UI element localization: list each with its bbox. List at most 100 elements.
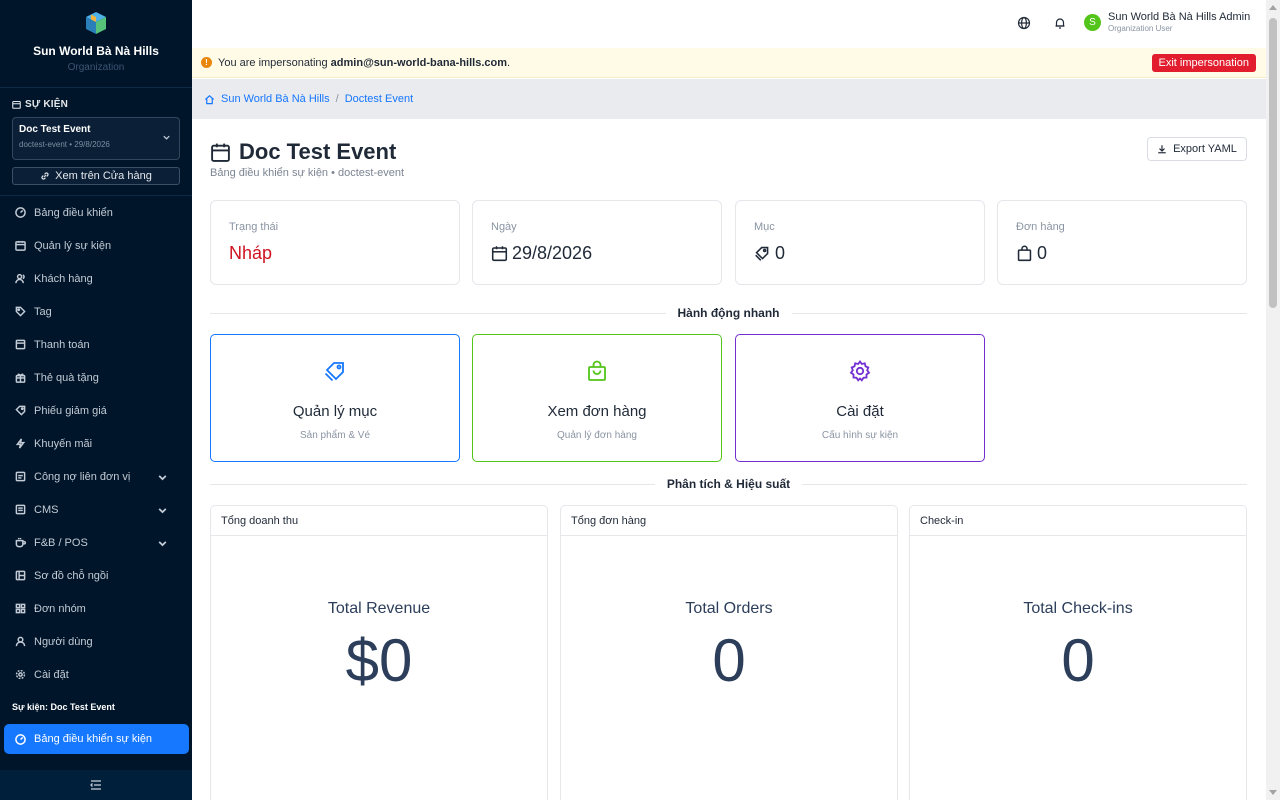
metric-card-revenue: Tổng doanh thu Total Revenue $0 — [210, 505, 548, 800]
metric-value: $0 — [345, 627, 413, 694]
quick-actions-divider: Hành động nhanh — [210, 304, 1248, 322]
shopping-bag-icon — [1017, 245, 1032, 262]
sidebar-brand: Sun World Bà Nà Hills Organization — [0, 0, 192, 88]
metric-card-header: Tổng đơn hàng — [561, 506, 897, 536]
quick-action-desc: Sản phẩm & Vé — [299, 430, 371, 441]
scroll-up-icon[interactable] — [1269, 5, 1277, 10]
chevron-down-icon — [158, 541, 167, 547]
chevron-down-icon — [158, 475, 167, 481]
metric-card-header: Tổng doanh thu — [211, 506, 547, 536]
exit-impersonation-button[interactable]: Exit impersonation — [1151, 54, 1256, 72]
sidebar-item-coupons[interactable]: Phiếu giảm giá — [0, 394, 192, 427]
quick-action-manage-items[interactable]: Quản lý mục Sản phẩm & Vé — [210, 334, 460, 462]
sidebar-item-label: CMS — [34, 503, 59, 516]
export-yaml-button[interactable]: Export YAML — [1147, 137, 1247, 161]
sidebar-item-fnb-pos[interactable]: F&B / POS — [0, 526, 192, 559]
user-info: Sun World Bà Nà Hills Admin Organization… — [1108, 11, 1250, 33]
coupon-icon — [15, 405, 26, 416]
sidebar: Sun World Bà Nà Hills Organization SỰ KI… — [0, 0, 192, 800]
sidebar-item-payments[interactable]: Thanh toán — [0, 328, 192, 361]
view-store-button[interactable]: Xem trên Cửa hàng — [12, 167, 180, 185]
download-icon — [1158, 145, 1166, 154]
chevron-down-icon — [158, 508, 167, 514]
metric-card-orders: Tổng đơn hàng Total Orders 0 — [560, 505, 898, 800]
analytics-heading: Phân tích & Hiệu suất — [666, 477, 791, 491]
sidebar-item-label: Phiếu giảm giá — [34, 404, 107, 417]
payment-icon — [15, 339, 26, 350]
stat-card-orders: Đơn hàng 0 — [997, 200, 1247, 285]
sidebar-collapse-button[interactable] — [0, 770, 192, 800]
sidebar-item-gift-cards[interactable]: Thẻ quà tặng — [0, 361, 192, 394]
calendar-icon — [491, 246, 508, 262]
section-label-text: SỰ KIỆN — [25, 99, 69, 110]
stat-card-items: Mục 0 — [735, 200, 985, 285]
chevron-down-icon — [163, 135, 170, 140]
scrollbar-thumb[interactable] — [1269, 18, 1277, 308]
breadcrumb-current[interactable]: Doctest Event — [345, 93, 413, 105]
sidebar-item-label: Sơ đồ chỗ ngồi — [34, 569, 109, 582]
warning-icon: ! — [201, 57, 212, 68]
sidebar-item-inter-unit-debt[interactable]: Công nợ liên đơn vị — [0, 460, 192, 493]
user-role: Organization User — [1108, 24, 1173, 33]
cms-icon — [15, 504, 26, 515]
sidebar-item-seat-map[interactable]: Sơ đồ chỗ ngồi — [0, 559, 192, 592]
sidebar-item-event-dashboard[interactable]: Bảng điều khiển sự kiện — [4, 724, 189, 754]
dashboard-icon — [15, 207, 26, 218]
scroll-down-icon[interactable] — [1269, 790, 1277, 795]
metric-title: Total Orders — [685, 600, 773, 617]
banner-prefix: You are impersonating — [218, 56, 328, 69]
impersonation-banner: ! You are impersonating admin@sun-world-… — [192, 48, 1266, 78]
users-icon — [15, 273, 25, 284]
export-yaml-label: Export YAML — [1173, 143, 1237, 155]
sidebar-item-label: Khách hàng — [34, 272, 93, 285]
sidebar-item-customers[interactable]: Khách hàng — [0, 262, 192, 295]
breadcrumb-home[interactable]: Sun World Bà Nà Hills — [221, 93, 330, 105]
sidebar-item-dashboard[interactable]: Bảng điều khiển — [0, 196, 192, 229]
metric-title: Total Check-ins — [1023, 600, 1133, 617]
sidebar-item-label: Bảng điều khiển — [34, 206, 113, 219]
breadcrumb-separator: / — [335, 93, 339, 105]
org-subtitle: Organization — [67, 62, 125, 73]
event-select[interactable]: Doc Test Event doctest-event • 29/8/2026 — [12, 117, 180, 160]
sidebar-item-label: Quản lý sự kiện — [34, 239, 112, 252]
bell-icon[interactable] — [1053, 16, 1067, 30]
sidebar-nav: Bảng điều khiển Quản lý sự kiện Khách hà… — [0, 196, 192, 691]
logo-icon — [86, 12, 106, 34]
top-header: S Sun World Bà Nà Hills Admin Organizati… — [192, 0, 1266, 48]
quick-action-view-orders[interactable]: Xem đơn hàng Quản lý đơn hàng — [472, 334, 722, 462]
stat-label: Trạng thái — [229, 221, 279, 233]
calendar-icon — [211, 143, 230, 162]
globe-icon[interactable] — [1017, 16, 1031, 30]
page-title: Doc Test Event — [210, 139, 396, 165]
event-section-label: Sự kiện: Doc Test Event — [12, 702, 115, 712]
calendar-icon — [15, 240, 26, 251]
stat-label: Ngày — [491, 221, 517, 233]
quick-action-title: Cài đặt — [836, 403, 884, 420]
quick-actions-heading: Hành động nhanh — [677, 306, 780, 320]
settings-icon — [15, 669, 26, 680]
user-menu[interactable]: S Sun World Bà Nà Hills Admin Organizati… — [1084, 11, 1250, 33]
avatar: S — [1084, 13, 1101, 31]
sidebar-item-label: F&B / POS — [34, 536, 88, 549]
settings-icon — [849, 359, 871, 382]
sidebar-item-tag[interactable]: Tag — [0, 295, 192, 328]
lightning-icon — [15, 438, 26, 449]
org-name: Sun World Bà Nà Hills — [33, 44, 159, 58]
sidebar-item-users[interactable]: Người dùng — [0, 625, 192, 658]
page-scrollbar[interactable] — [1266, 0, 1280, 800]
analytics-divider: Phân tích & Hiệu suất — [210, 475, 1248, 493]
quick-action-desc: Cấu hình sự kiện — [821, 430, 899, 441]
tags-icon — [324, 362, 344, 382]
banner-suffix: . — [507, 56, 511, 69]
quick-action-settings[interactable]: Cài đặt Cấu hình sự kiện — [735, 334, 985, 462]
sidebar-item-events[interactable]: Quản lý sự kiện — [0, 229, 192, 262]
breadcrumb: Sun World Bà Nà Hills / Doctest Event — [192, 79, 1266, 119]
sidebar-item-settings[interactable]: Cài đặt — [0, 658, 192, 691]
sidebar-item-cms[interactable]: CMS — [0, 493, 192, 526]
sidebar-item-promotions[interactable]: Khuyến mãi — [0, 427, 192, 460]
calendar-icon — [12, 100, 21, 109]
stat-card-status: Trạng thái Nháp — [210, 200, 460, 285]
stat-value-wrap: 29/8/2026 — [491, 243, 592, 264]
sidebar-item-group-orders[interactable]: Đơn nhóm — [0, 592, 192, 625]
stat-value-wrap: 0 — [754, 243, 785, 264]
